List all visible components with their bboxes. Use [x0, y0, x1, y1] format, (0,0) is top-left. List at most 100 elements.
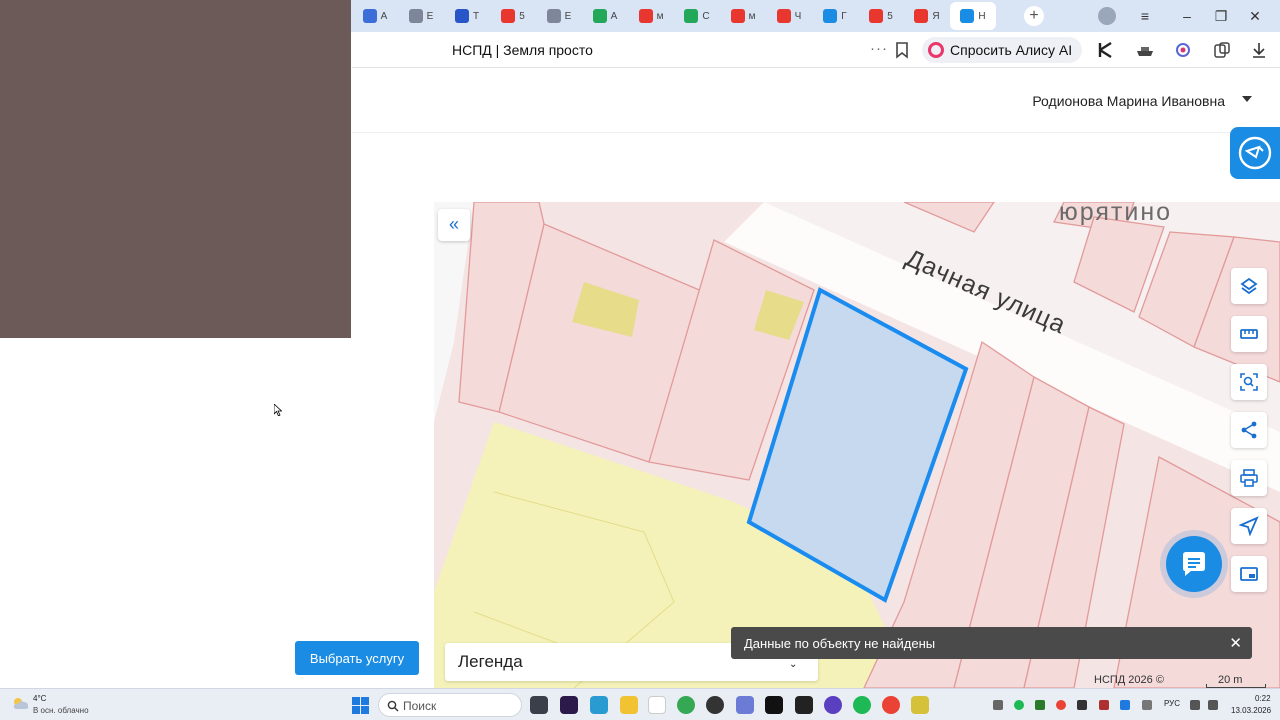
- spotify-icon[interactable]: [853, 696, 871, 714]
- tray-app-icon[interactable]: [1014, 700, 1024, 710]
- task-view-icon[interactable]: [530, 696, 548, 714]
- map-canvas[interactable]: Дачная улица юрятино: [434, 202, 1280, 688]
- tab-favicon-icon: [638, 9, 653, 23]
- extension-circle-icon[interactable]: [1174, 41, 1192, 59]
- browser-tab[interactable]: Н: [950, 2, 996, 30]
- windows-taskbar: 4°C В осн. облачно Поиск РУС 0:22 13.03.…: [0, 688, 1280, 720]
- menu-icon[interactable]: ≡: [1132, 4, 1158, 28]
- microphone-icon[interactable]: [1142, 700, 1152, 710]
- browser-tab[interactable]: С: [674, 2, 720, 30]
- bluetooth-icon[interactable]: [1120, 700, 1130, 710]
- browser-tab[interactable]: м: [628, 2, 674, 30]
- close-window-icon[interactable]: ✕: [1242, 4, 1268, 28]
- weather-temperature[interactable]: 4°C: [33, 694, 46, 703]
- download-icon[interactable]: [1250, 41, 1268, 59]
- minimize-icon[interactable]: –: [1174, 4, 1200, 28]
- tab-favicon-icon: [730, 9, 745, 23]
- page-title[interactable]: НСПД | Земля просто: [452, 42, 593, 58]
- tab-favicon-icon: [362, 9, 377, 23]
- close-icon[interactable]: ✕: [1229, 634, 1242, 652]
- tab-favicon-icon: [684, 9, 699, 23]
- weather-description[interactable]: В осн. облачно: [33, 706, 89, 715]
- cadastral-map[interactable]: Дачная улица юрятино: [434, 202, 1280, 688]
- network-icon[interactable]: [1190, 700, 1200, 710]
- mouse-cursor: [274, 404, 282, 416]
- chat-fab-button[interactable]: [1166, 536, 1222, 592]
- tray-chevron-icon[interactable]: [993, 700, 1003, 710]
- browser-tab[interactable]: А: [352, 2, 398, 30]
- tab-favicon-icon: [776, 9, 791, 23]
- layers-button[interactable]: [1231, 268, 1267, 304]
- tab-label: Г: [841, 10, 847, 22]
- extension-k-icon[interactable]: [1097, 41, 1115, 59]
- chrome-profile-icon[interactable]: [882, 696, 900, 714]
- select-service-button[interactable]: Выбрать услугу: [295, 641, 419, 675]
- site-header: Родионова Марина Ивановна: [352, 69, 1280, 133]
- extension-hat-icon[interactable]: [1136, 41, 1154, 59]
- premiere-icon[interactable]: [560, 696, 578, 714]
- tab-favicon-icon: [501, 9, 516, 23]
- collapse-panel-button[interactable]: «: [438, 209, 470, 241]
- photos-icon[interactable]: [590, 696, 608, 714]
- tab-label: А: [380, 10, 388, 22]
- browser-tab[interactable]: 5: [490, 2, 536, 30]
- new-tab-button[interactable]: +: [1024, 6, 1044, 26]
- tab-label: С: [702, 10, 710, 22]
- tab-strip: А Е Т 5 Е Ам См Ч Г 5 Я Н: [352, 2, 996, 30]
- browser-tab[interactable]: Е: [398, 2, 444, 30]
- taskbar-search[interactable]: Поиск: [378, 693, 522, 717]
- tray-app-icon[interactable]: [1099, 700, 1109, 710]
- browser-tab[interactable]: А: [582, 2, 628, 30]
- area-search-button[interactable]: [1231, 364, 1267, 400]
- measure-button[interactable]: [1231, 316, 1267, 352]
- print-button[interactable]: [1231, 460, 1267, 496]
- yandex-browser-icon[interactable]: [648, 696, 666, 714]
- browser-tab[interactable]: Т: [444, 2, 490, 30]
- capcut-icon[interactable]: [765, 696, 783, 714]
- tray-app-icon[interactable]: [1056, 700, 1066, 710]
- weather-cloud-icon[interactable]: [12, 696, 30, 710]
- browser-tab[interactable]: м: [720, 2, 766, 30]
- chat-icon: [1183, 552, 1205, 576]
- bookmark-icon[interactable]: [894, 41, 910, 59]
- browser-tab[interactable]: Я: [904, 2, 950, 30]
- volume-icon[interactable]: [1208, 700, 1218, 710]
- browser-tab[interactable]: 5: [858, 2, 904, 30]
- clock-time[interactable]: 0:22: [1255, 694, 1271, 703]
- browser-tab[interactable]: Е: [536, 2, 582, 30]
- chevron-down-icon[interactable]: ⌄: [789, 659, 797, 670]
- minimap-button[interactable]: [1231, 556, 1267, 592]
- file-explorer-icon[interactable]: [620, 696, 638, 714]
- app-icon[interactable]: [911, 696, 929, 714]
- user-name[interactable]: Родионова Марина Ивановна: [1032, 93, 1225, 109]
- minimap-icon: [1240, 567, 1258, 581]
- share-button[interactable]: [1231, 412, 1267, 448]
- input-language[interactable]: РУС: [1164, 699, 1180, 708]
- profile-avatar[interactable]: [1098, 7, 1116, 25]
- restore-icon[interactable]: ❐: [1208, 4, 1234, 28]
- app-icon[interactable]: [824, 696, 842, 714]
- more-icon[interactable]: ···: [870, 40, 888, 57]
- village-label: юрятино: [1059, 202, 1172, 226]
- locate-button[interactable]: [1231, 508, 1267, 544]
- obs-icon[interactable]: [706, 696, 724, 714]
- toast-message: Данные по объекту не найдены: [744, 636, 936, 651]
- browser-tab[interactable]: Ч: [766, 2, 812, 30]
- tray-app-icon[interactable]: [1035, 700, 1045, 710]
- chrome-icon[interactable]: [677, 696, 695, 714]
- collections-icon[interactable]: [1213, 41, 1231, 59]
- windows-start-icon[interactable]: [352, 697, 369, 714]
- support-chat-tab[interactable]: [1230, 127, 1280, 179]
- tab-favicon-icon: [592, 9, 607, 23]
- browser-tab[interactable]: Г: [812, 2, 858, 30]
- chevron-down-icon[interactable]: [1242, 96, 1252, 102]
- tab-label: м: [656, 10, 664, 22]
- app-icon[interactable]: [795, 696, 813, 714]
- security-app-icon[interactable]: [736, 696, 754, 714]
- chat-bubble-icon: [1238, 136, 1272, 170]
- tab-label: Е: [564, 10, 572, 22]
- tray-app-icon[interactable]: [1077, 700, 1087, 710]
- ask-alice-button[interactable]: Спросить Алису AI: [922, 37, 1083, 63]
- tab-label: Я: [932, 10, 940, 22]
- clock-date[interactable]: 13.03.2026: [1231, 706, 1271, 715]
